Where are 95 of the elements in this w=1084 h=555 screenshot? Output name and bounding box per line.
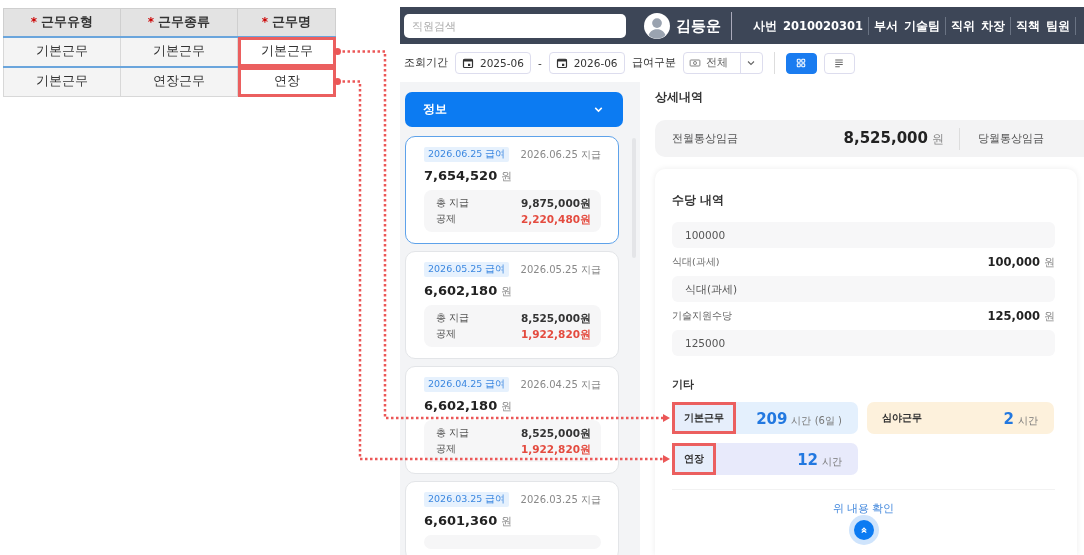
- hours-value: 2: [1003, 409, 1014, 428]
- grid-icon: [795, 57, 808, 69]
- deduction-amount: 2,220,480원: [520, 212, 591, 227]
- date-field[interactable]: 2026-06: [548, 52, 625, 74]
- field-label: 부서: [874, 17, 899, 35]
- hours-value: 12: [797, 450, 818, 469]
- input-field[interactable]: 100000: [672, 222, 1055, 248]
- employee-name: 김등운: [676, 11, 732, 40]
- net-amount: 6,602,180: [424, 283, 498, 298]
- gross-amount: 8,525,000원: [520, 426, 591, 441]
- pay-date: 2026.04.25 지급: [520, 377, 601, 392]
- gross-amount: 8,525,000원: [520, 311, 591, 326]
- currency-unit: 원: [501, 400, 513, 412]
- currency-unit: 원: [501, 170, 513, 182]
- range-separator: -: [537, 57, 542, 69]
- table-cell: 기본근무: [3, 66, 121, 97]
- column-label: 근무종류: [158, 13, 211, 29]
- net-amount: 6,602,180: [424, 398, 498, 413]
- allowance-label: 식대(과세): [672, 255, 720, 269]
- summary-label: 당월통상임금: [978, 131, 1044, 146]
- avatar-icon: [644, 12, 670, 39]
- allowance-label: 기술지원수당: [672, 309, 732, 323]
- column-label: 근무명: [272, 13, 312, 29]
- filter-label: 조회기간: [404, 56, 448, 70]
- table-cell: 기본근무: [237, 36, 336, 67]
- calendar-icon: [555, 57, 568, 69]
- tile-label: 심야근무: [881, 411, 922, 425]
- table-cell: 기본근무: [120, 36, 238, 67]
- pay-date: 2026.05.25 지급: [520, 262, 601, 277]
- confirm-label: 위 내용 확인: [832, 502, 895, 516]
- currency-unit: 원: [1044, 255, 1055, 268]
- tile-label: 연장: [672, 443, 716, 475]
- type-dropdown[interactable]: 전체: [682, 52, 763, 74]
- card-title: 수당 내역: [672, 193, 725, 208]
- table-cell: 연장근무: [120, 66, 238, 97]
- date-field[interactable]: 2025-06: [455, 52, 531, 74]
- section-title: 상세내역: [655, 90, 704, 105]
- gross-amount: 9,875,000원: [520, 196, 591, 211]
- field-label: 직책: [1016, 17, 1041, 35]
- hours-unit: 시간: [1018, 414, 1038, 426]
- summary-label: 전월통상임금: [672, 131, 738, 146]
- filter-label: 급여구분: [631, 56, 676, 70]
- summary-label: 공제: [436, 442, 456, 456]
- payslip-card[interactable]: 2026.03.25 급여 2026.03.25 지급 6,601,360 원: [405, 481, 619, 555]
- grid-view-button[interactable]: [785, 52, 817, 74]
- summary-label: 총 지급: [436, 426, 470, 440]
- input-field[interactable]: 125000: [672, 330, 1055, 356]
- summary-label: 총 지급: [436, 311, 470, 325]
- tile-label: 기본근무: [672, 402, 736, 434]
- input-field[interactable]: 식대(과세): [672, 276, 1055, 302]
- required-mark: *: [147, 14, 154, 29]
- field-value: 팀원: [1046, 17, 1071, 35]
- table-cell: 기본근무: [3, 36, 121, 67]
- wage-amount: 8,525,000: [843, 129, 928, 147]
- pay-tag: 2026.04.25 급여: [424, 377, 510, 392]
- pay-date: 2026.06.25 지급: [520, 147, 601, 162]
- section-title: 기타: [672, 378, 695, 392]
- calendar-icon: [462, 57, 474, 69]
- hours-value: 209: [756, 409, 788, 428]
- net-amount: 7,654,520: [424, 168, 498, 183]
- summary-label: 공제: [436, 327, 456, 341]
- table-cell: 연장: [237, 66, 336, 97]
- field-value: 기술팀: [904, 17, 941, 35]
- pay-date: 2026.03.25 지급: [520, 492, 601, 507]
- currency-unit: 원: [1044, 309, 1055, 322]
- allowance-amount: 125,000: [987, 308, 1040, 323]
- net-amount: 6,601,360: [424, 513, 498, 528]
- hours-unit: 시간: [822, 455, 842, 467]
- deduction-amount: 1,922,820원: [520, 442, 591, 457]
- required-mark: *: [261, 14, 268, 29]
- hours-unit: 시간 (6일 ): [791, 414, 842, 426]
- deduction-amount: 1,922,820원: [520, 327, 591, 342]
- pay-tag: 2026.03.25 급여: [424, 492, 510, 507]
- payslip-card[interactable]: 2026.05.25 급여 2026.05.25 지급 6,602,180 원 총 지급 8,525,000원 공제 1,922,820원: [405, 251, 619, 359]
- summary-label: 공제: [436, 212, 456, 226]
- allowance-amount: 100,000: [987, 254, 1040, 269]
- payslip-card[interactable]: 2026.04.25 급여 2026.04.25 지급 6,602,180 원 총 지급 8,525,000원 공제 1,922,820원: [405, 366, 619, 474]
- currency-unit: 원: [932, 132, 944, 146]
- currency-unit: 원: [501, 285, 513, 297]
- field-value: 차장: [981, 17, 1006, 35]
- pay-tag: 2026.06.25 급여: [424, 147, 510, 162]
- summary-label: 총 지급: [436, 196, 470, 210]
- list-icon: [833, 57, 846, 69]
- field-label: 직위: [951, 17, 976, 35]
- currency-unit: 원: [501, 515, 513, 527]
- field-value: 2010020301: [783, 17, 864, 35]
- payslip-card[interactable]: 2026.06.25 급여 2026.06.25 지급 7,654,520 원 총 지급 9,875,000원 공제 2,220,480원: [405, 136, 619, 244]
- column-label: 근무유형: [41, 13, 94, 29]
- section-dropdown[interactable]: 정보: [405, 92, 623, 127]
- search-field[interactable]: 직원검색: [404, 13, 626, 38]
- pay-tag: 2026.05.25 급여: [424, 262, 510, 277]
- list-view-button[interactable]: [823, 52, 855, 74]
- required-mark: *: [30, 14, 37, 29]
- field-label: 사번: [753, 17, 777, 35]
- money-icon: [688, 57, 701, 69]
